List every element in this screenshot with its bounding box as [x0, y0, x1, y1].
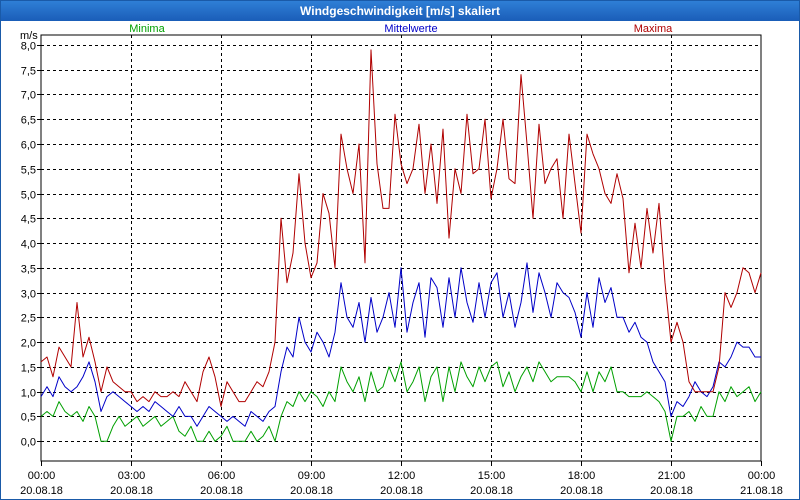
y-tick-label: 3,5 — [21, 264, 36, 276]
y-tick-label: 6,0 — [21, 140, 36, 152]
y-tick-label: 1,0 — [21, 388, 36, 400]
y-tick-label: 2,0 — [21, 338, 36, 350]
y-tick-label: 0,0 — [21, 437, 36, 449]
y-tick-label: 0,5 — [21, 412, 36, 424]
window-title: Windgeschwindigkeit [m/s] skaliert — [1, 1, 799, 21]
x-tick-date-label: 20.08.18 — [470, 485, 513, 497]
x-tick-time-label: 00:00 — [28, 470, 56, 482]
x-tick-time-label: 03:00 — [118, 470, 146, 482]
x-tick-date-label: 21.08.18 — [740, 485, 783, 497]
x-tick-date-label: 20.08.18 — [200, 485, 243, 497]
legend: Minima Mittelwerte Maxima — [129, 23, 673, 35]
x-tick-date-label: 20.08.18 — [110, 485, 153, 497]
y-axis-unit-label: m/s — [20, 30, 38, 42]
y-tick-label: 6,5 — [21, 115, 36, 127]
x-tick-time-label: 06:00 — [208, 470, 236, 482]
x-tick-time-label: 18:00 — [568, 470, 596, 482]
x-tick-date-label: 20.08.18 — [20, 485, 63, 497]
y-tick-label: 3,0 — [21, 289, 36, 301]
y-tick-label: 7,5 — [21, 66, 36, 78]
x-tick-time-label: 15:00 — [478, 470, 506, 482]
legend-entry-minima: Minima — [129, 23, 165, 35]
y-tick-label: 5,0 — [21, 190, 36, 202]
x-tick-date-label: 20.08.18 — [380, 485, 423, 497]
chart-window: Windgeschwindigkeit [m/s] skaliert 0,0 0,… — [0, 0, 800, 500]
legend-entry-maxima: Maxima — [634, 23, 673, 35]
x-tick-time-label: 21:00 — [658, 470, 686, 482]
y-tick-label: 5,5 — [21, 165, 36, 177]
y-tick-label: 8,0 — [21, 41, 36, 53]
x-tick-time-label: 09:00 — [298, 470, 326, 482]
wind-speed-chart: 0,0 0,5 1,0 1,5 2,0 2,5 3,0 3,5 4,0 4,5 5,0 5,5 6,0 6… — [20, 23, 783, 497]
x-tick-date-label: 20.08.18 — [560, 485, 603, 497]
y-tick-label: 4,0 — [21, 239, 36, 251]
x-tick-date-label: 20.08.18 — [650, 485, 693, 497]
x-tick-time-label: 12:00 — [388, 470, 416, 482]
x-tick-time-label: 00:00 — [748, 470, 776, 482]
y-tick-label: 2,5 — [21, 313, 36, 325]
legend-entry-mittelwerte: Mittelwerte — [384, 23, 437, 35]
y-tick-label: 7,0 — [21, 90, 36, 102]
y-tick-label: 4,5 — [21, 214, 36, 226]
y-tick-label: 1,5 — [21, 363, 36, 375]
x-tick-date-label: 20.08.18 — [290, 485, 333, 497]
